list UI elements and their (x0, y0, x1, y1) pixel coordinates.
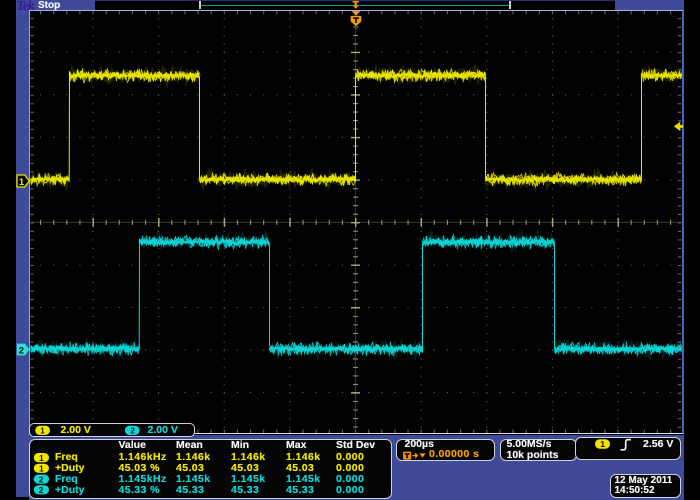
svg-text:1: 1 (39, 453, 44, 463)
svg-text:1: 1 (39, 464, 44, 474)
svg-text:2: 2 (39, 485, 44, 495)
svg-text:1: 1 (600, 439, 605, 449)
svg-text:1: 1 (40, 427, 45, 436)
svg-text:2: 2 (39, 474, 44, 484)
svg-text:2: 2 (130, 427, 135, 436)
